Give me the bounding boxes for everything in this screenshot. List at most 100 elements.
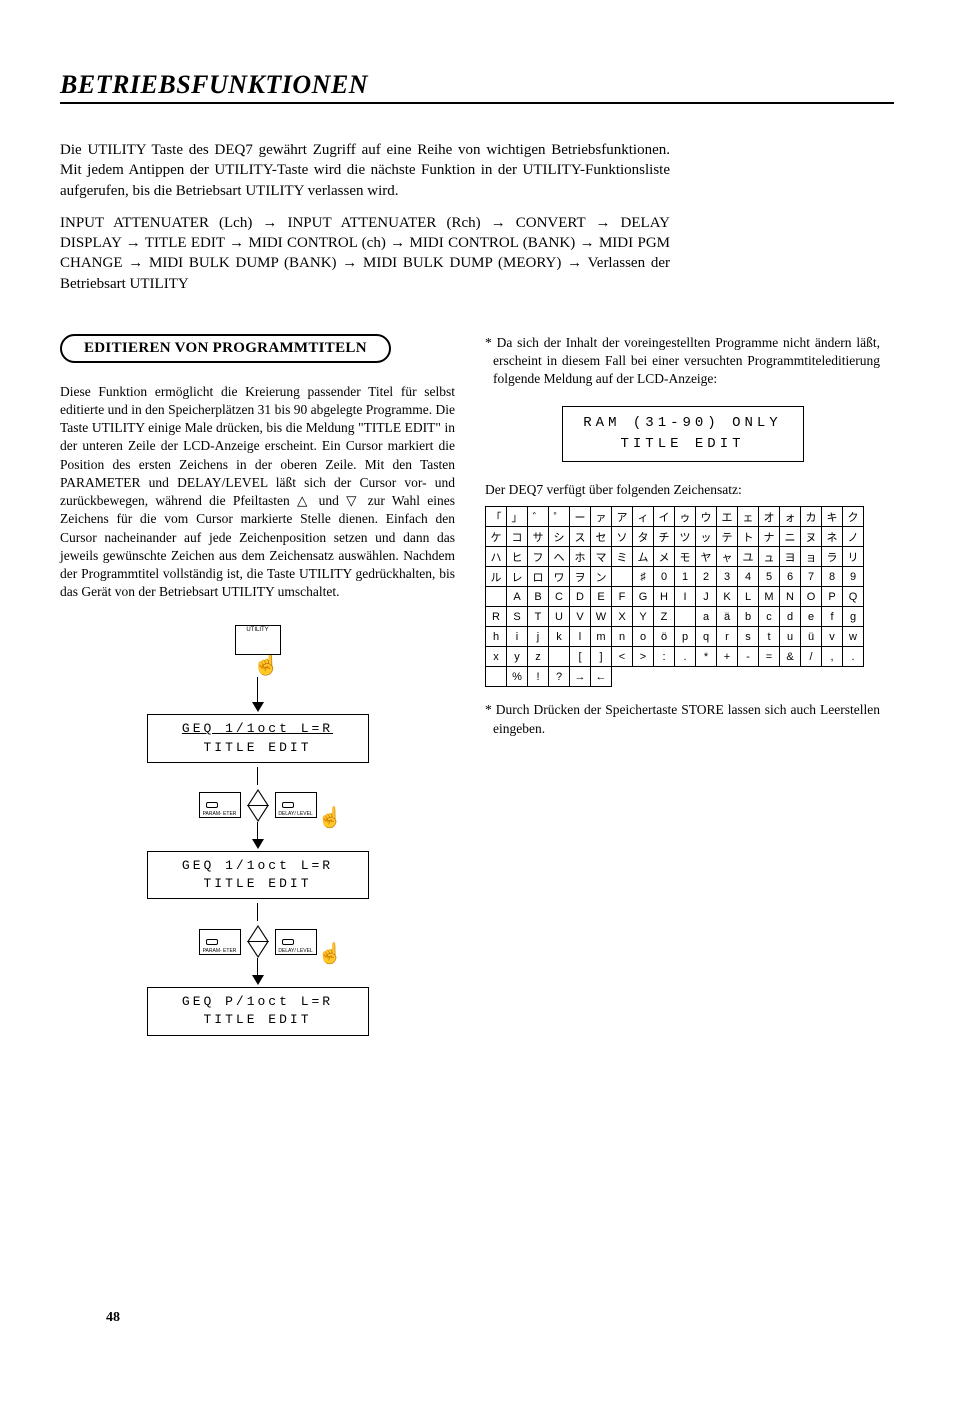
section-heading: EDITIEREN VON PROGRAMMTITELN: [60, 334, 391, 363]
charset-cell: チ: [654, 527, 675, 547]
charset-cell: ロ: [528, 567, 549, 587]
charset-cell: G: [633, 587, 654, 607]
charset-cell: ]: [591, 647, 612, 667]
charset-cell: ?: [549, 667, 570, 687]
charset-cell: C: [549, 587, 570, 607]
arrow-down-icon: [252, 839, 264, 849]
charset-cell: ャ: [717, 547, 738, 567]
charset-cell: R: [486, 607, 507, 627]
charset-cell: f: [822, 607, 843, 627]
charset-cell: E: [591, 587, 612, 607]
page-title: BETRIEBSFUNKTIONEN: [60, 70, 894, 104]
lcd-display-1: GEQ 1/1oct L=R TITLE EDIT: [147, 714, 369, 762]
charset-cell: リ: [843, 547, 864, 567]
charset-cell: l: [570, 627, 591, 647]
charset-cell: 2: [696, 567, 717, 587]
charset-cell: L: [738, 587, 759, 607]
hand-pointer-icon: ☝: [318, 805, 343, 830]
charset-cell: ,: [822, 647, 843, 667]
lcd-error-display: RAM (31-90) ONLY TITLE EDIT: [562, 406, 804, 462]
charset-cell: N: [780, 587, 801, 607]
charset-cell: O: [801, 587, 822, 607]
charset-cell: ä: [717, 607, 738, 627]
charset-cell: [486, 587, 507, 607]
charset-cell: ハ: [486, 547, 507, 567]
charset-cell: z: [528, 647, 549, 667]
charset-cell: ノ: [843, 527, 864, 547]
charset-cell: r: [717, 627, 738, 647]
charset-cell: h: [486, 627, 507, 647]
charset-cell: <: [612, 647, 633, 667]
charset-cell: サ: [528, 527, 549, 547]
charset-cell: P: [822, 587, 843, 607]
utility-button-icon: [235, 625, 281, 655]
charset-cell: /: [801, 647, 822, 667]
charset-cell: W: [591, 607, 612, 627]
charset-cell: ゜: [549, 507, 570, 527]
charset-intro: Der DEQ7 verfügt über folgenden Zeichens…: [485, 482, 880, 498]
up-down-triangles-icon: [249, 791, 267, 820]
charset-cell: ォ: [780, 507, 801, 527]
charset-cell: F: [612, 587, 633, 607]
charset-cell: :: [654, 647, 675, 667]
charset-cell: ョ: [801, 547, 822, 567]
charset-cell: p: [675, 627, 696, 647]
charset-cell: 0: [654, 567, 675, 587]
charset-cell: ケ: [486, 527, 507, 547]
charset-cell: ー: [570, 507, 591, 527]
charset-cell: ヘ: [549, 547, 570, 567]
charset-cell: ヨ: [780, 547, 801, 567]
charset-cell: U: [549, 607, 570, 627]
charset-cell: w: [843, 627, 864, 647]
lcd-display-2: GEQ 1/1oct L=R TITLE EDIT: [147, 851, 369, 899]
charset-cell: ユ: [738, 547, 759, 567]
intro-block: Die UTILITY Taste des DEQ7 gewährt Zugri…: [60, 140, 670, 294]
charset-cell: ス: [570, 527, 591, 547]
charset-cell: タ: [633, 527, 654, 547]
charset-cell: %: [507, 667, 528, 687]
charset-cell: 7: [801, 567, 822, 587]
charset-cell: K: [717, 587, 738, 607]
charset-cell: >: [633, 647, 654, 667]
charset-cell: !: [528, 667, 549, 687]
charset-cell: [549, 647, 570, 667]
charset-cell: ル: [486, 567, 507, 587]
intro-paragraph-1: Die UTILITY Taste des DEQ7 gewährt Zugri…: [60, 140, 670, 201]
charset-cell: ツ: [675, 527, 696, 547]
charset-cell: Q: [843, 587, 864, 607]
charset-cell: A: [507, 587, 528, 607]
charset-cell: q: [696, 627, 717, 647]
charset-cell: ネ: [822, 527, 843, 547]
charset-cell: コ: [507, 527, 528, 547]
charset-cell: D: [570, 587, 591, 607]
charset-cell: i: [507, 627, 528, 647]
store-footnote: * Durch Drücken der Speichertaste STORE …: [493, 701, 880, 737]
charset-cell: ェ: [738, 507, 759, 527]
charset-cell: ü: [801, 627, 822, 647]
charset-cell: ミ: [612, 547, 633, 567]
charset-cell: ラ: [822, 547, 843, 567]
charset-cell: ♯: [633, 567, 654, 587]
charset-cell: ゛: [528, 507, 549, 527]
arrow-down-icon: [252, 975, 264, 985]
charset-cell: Y: [633, 607, 654, 627]
delay-level-button-icon: DELAY/ LEVEL: [275, 929, 317, 955]
charset-cell: →: [570, 667, 591, 687]
charset-cell: n: [612, 627, 633, 647]
lcd-display-3: GEQ P/1oct L=R TITLE EDIT: [147, 987, 369, 1035]
charset-cell: 6: [780, 567, 801, 587]
charset-cell: シ: [549, 527, 570, 547]
charset-cell: キ: [822, 507, 843, 527]
charset-cell: ←: [591, 667, 612, 687]
charset-cell: V: [570, 607, 591, 627]
parameter-button-icon: PARAM- ETER: [199, 929, 241, 955]
charset-cell: セ: [591, 527, 612, 547]
charset-cell: t: [759, 627, 780, 647]
charset-cell: m: [591, 627, 612, 647]
charset-cell: ク: [843, 507, 864, 527]
charset-cell: イ: [654, 507, 675, 527]
section-body: Diese Funktion ermöglicht die Kreierung …: [60, 383, 455, 602]
charset-cell: ヲ: [570, 567, 591, 587]
charset-cell: ナ: [759, 527, 780, 547]
flow-diagram: ☝ GEQ 1/1oct L=R TITLE EDIT PARAM- ETER …: [60, 625, 455, 1039]
